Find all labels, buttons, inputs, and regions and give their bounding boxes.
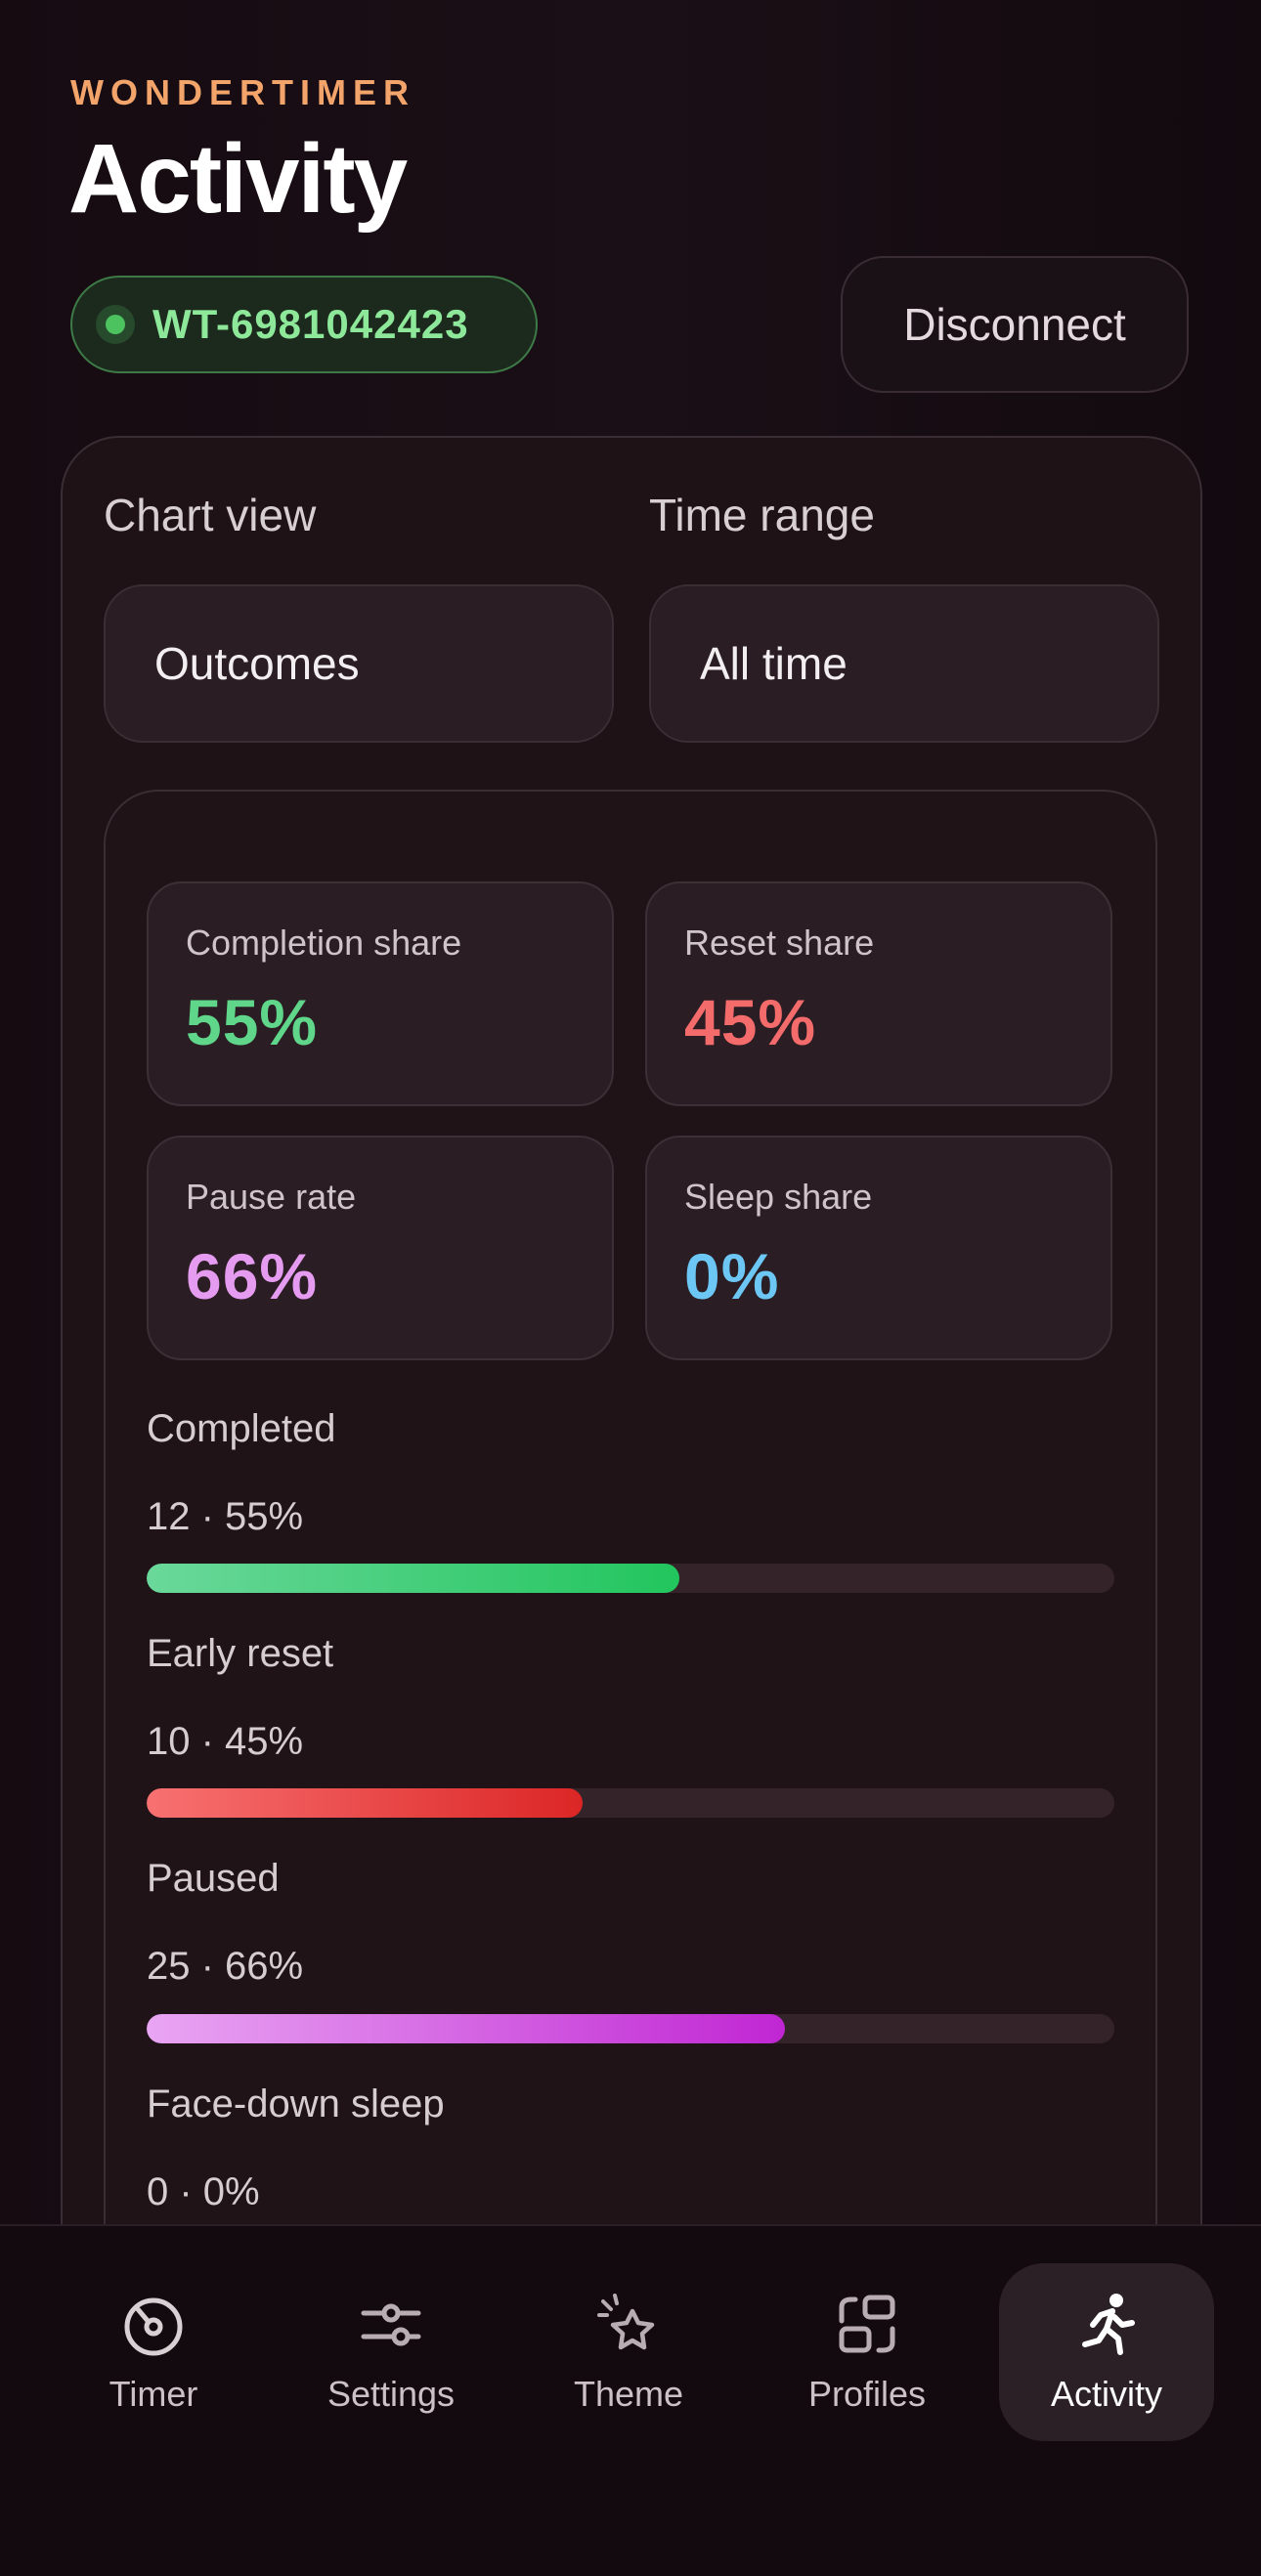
metric-label-paused: Paused [147, 1857, 280, 1900]
metric-label-face-down-sleep: Face-down sleep [147, 2082, 445, 2125]
nav-item-settings[interactable]: Settings [283, 2263, 499, 2441]
nav-item-activity[interactable]: Activity [999, 2263, 1214, 2441]
page-title: Activity [68, 124, 408, 234]
stat-label: Pause rate [186, 1177, 357, 1217]
stat-tile-completion: Completion share 55% [147, 881, 614, 1106]
nav-item-timer[interactable]: Timer [46, 2263, 261, 2441]
brand-label: WONDERTIMER [70, 72, 415, 112]
stat-label: Reset share [684, 923, 875, 963]
nav-label: Profiles [807, 2374, 927, 2414]
stat-value: 66% [186, 1240, 319, 1312]
stat-label: Completion share [186, 923, 462, 963]
stat-value: 0% [684, 1240, 780, 1312]
stat-tile-reset: Reset share 45% [645, 881, 1112, 1106]
running-icon [1082, 2294, 1135, 2355]
progress-bar-completed [147, 1564, 1114, 1593]
chart-view-label: Chart view [104, 490, 317, 540]
progress-fill [147, 1564, 679, 1593]
metric-value-completed: 12 · 55% [147, 1495, 304, 1538]
timer-icon [124, 2297, 183, 2356]
disconnect-button[interactable]: Disconnect [841, 256, 1189, 393]
metric-label-early-reset: Early reset [147, 1632, 334, 1675]
progress-bar-early-reset [147, 1788, 1114, 1818]
connected-dot-icon [96, 305, 135, 344]
stat-value: 45% [684, 986, 817, 1058]
progress-fill [147, 2014, 786, 2043]
sliders-icon [361, 2303, 421, 2346]
nav-item-profiles[interactable]: Profiles [760, 2263, 975, 2441]
nav-label: Settings [326, 2374, 456, 2414]
device-id: WT-6981042423 [152, 301, 469, 347]
metric-value-early-reset: 10 · 45% [147, 1720, 304, 1763]
profiles-icon [839, 2295, 895, 2353]
progress-fill [147, 1788, 583, 1818]
stat-tile-sleep: Sleep share 0% [645, 1136, 1112, 1360]
sparkle-star-icon [597, 2294, 655, 2350]
stat-tile-pause: Pause rate 66% [147, 1136, 614, 1360]
device-status-badge: WT-6981042423 [70, 276, 538, 373]
nav-label: Activity [1050, 2374, 1162, 2414]
nav-item-theme[interactable]: Theme [521, 2263, 736, 2441]
metric-value-paused: 25 · 66% [147, 1945, 304, 1988]
metric-label-completed: Completed [147, 1407, 336, 1450]
nav-label: Theme [573, 2374, 684, 2414]
chart-view-select[interactable]: Outcomes [104, 584, 614, 743]
stat-label: Sleep share [684, 1177, 873, 1217]
stat-value: 55% [186, 986, 319, 1058]
metric-value-face-down-sleep: 0 · 0% [147, 2170, 260, 2213]
time-range-select[interactable]: All time [649, 584, 1159, 743]
nav-label: Timer [109, 2374, 198, 2414]
progress-bar-paused [147, 2014, 1114, 2043]
time-range-label: Time range [649, 490, 875, 540]
